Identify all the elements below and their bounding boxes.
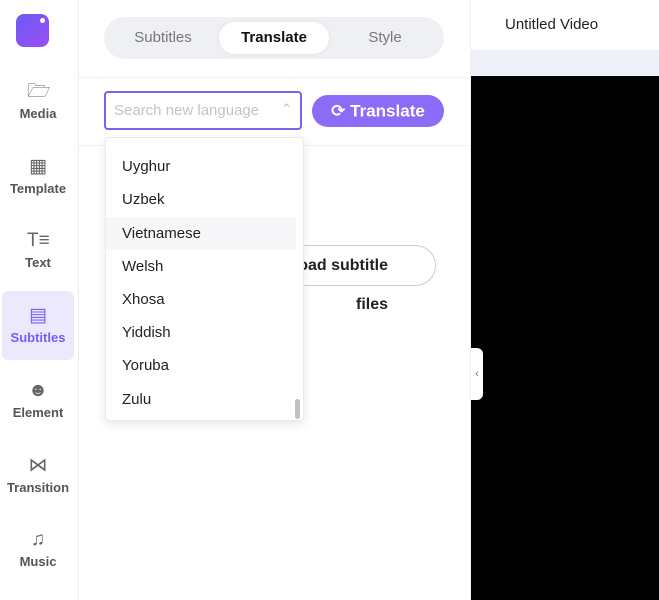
sidebar-item-template[interactable]: ▦ Template (2, 142, 74, 211)
translate-button[interactable]: ⟳ Translate (312, 95, 444, 127)
video-title[interactable]: Untitled Video (505, 16, 598, 33)
sidebar-item-label: Subtitles (10, 330, 66, 346)
subtitles-icon: ▤ (29, 305, 47, 327)
sidebar-item-media[interactable]: 🗁 Media (2, 67, 74, 136)
sidebar-item-label: Text (25, 255, 51, 271)
folder-plus-icon: 🗁 (27, 81, 51, 102)
toolbar-strip (471, 50, 659, 76)
sidebar-item-subtitles[interactable]: ▤ Subtitles (2, 291, 74, 361)
sidebar-item-element[interactable]: ☻ Element (2, 366, 74, 435)
transition-icon: ⋈ (28, 454, 48, 476)
sidebar: 🗁 Media ▦ Template T≡ Text ▤ Subtitles ☻ Element ⋈… (0, 0, 79, 600)
tab-subtitles[interactable]: Subtitles (109, 22, 217, 54)
divider (79, 77, 470, 78)
element-icon: ☻ (28, 379, 48, 401)
language-option[interactable]: Uyghur (106, 150, 296, 183)
tab-style[interactable]: Style (331, 22, 439, 54)
sidebar-item-transition[interactable]: ⋈ Transition (2, 441, 74, 510)
sidebar-item-label: Music (19, 554, 57, 570)
language-option[interactable]: Urdu (106, 138, 296, 150)
sidebar-item-label: Element (12, 404, 64, 420)
music-note-icon: ♫ (30, 529, 46, 551)
sidebar-item-label: Media (19, 106, 57, 121)
language-option[interactable]: Zulu (106, 383, 296, 416)
language-option[interactable]: Yiddish (106, 316, 296, 349)
sidebar-item-music[interactable]: ♫ Music (2, 515, 74, 584)
chevron-up-icon[interactable]: ⌃ (281, 101, 292, 117)
sidebar-item-label: Transition (6, 479, 70, 495)
preview-area: Untitled Video ‹ (470, 0, 659, 600)
refresh-icon: ⟳ (331, 101, 346, 121)
app-logo[interactable] (16, 14, 49, 47)
language-option[interactable]: Vietnamese (106, 216, 296, 250)
collapse-panel-button[interactable]: ‹ (471, 348, 483, 400)
scrollbar[interactable] (295, 399, 300, 419)
tab-bar: Subtitles Translate Style (104, 17, 444, 59)
language-dropdown: Zulu Yoruba Yiddish Xhosa Welsh Vietnamese Uzb… (105, 137, 304, 421)
language-option[interactable]: Welsh (106, 250, 296, 283)
language-option[interactable]: Uzbek (106, 183, 296, 216)
video-canvas[interactable] (471, 76, 659, 600)
language-search-input[interactable] (106, 93, 266, 128)
subtitle-panel: Subtitles Translate Style ⌃ ⟳ Translate … (79, 0, 470, 600)
language-option[interactable]: Xhosa (106, 283, 296, 316)
tab-translate[interactable]: Translate (219, 22, 329, 54)
sidebar-item-text[interactable]: T≡ Text (2, 216, 74, 285)
language-search[interactable]: ⌃ (104, 91, 302, 130)
language-option[interactable]: Yoruba (106, 349, 296, 382)
chevron-left-icon: ‹ (475, 368, 479, 380)
text-icon: T≡ (27, 230, 50, 252)
template-grid-icon: ▦ (29, 155, 47, 177)
sidebar-item-label: Template (9, 180, 67, 196)
